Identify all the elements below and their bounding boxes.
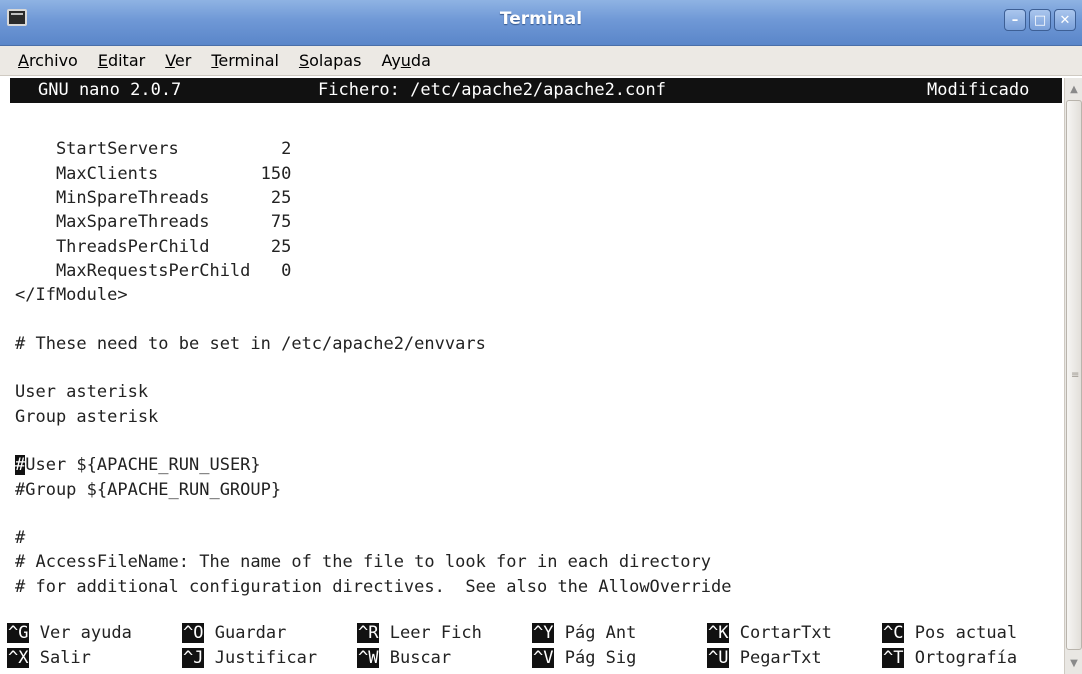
menu-editar-label: ditar — [107, 51, 146, 70]
editor-line[interactable]: </IfModule> — [15, 283, 128, 307]
nano-version: GNU nano 2.0.7 — [38, 80, 182, 100]
editor-line[interactable]: # for additional configuration directive… — [15, 575, 731, 599]
menubar: Archivo Editar Ver Terminal Solapas Ayud… — [0, 46, 1082, 76]
nano-modified-status: Modificado — [927, 80, 1030, 100]
editor-line[interactable]: User asterisk — [15, 380, 148, 404]
editor-line[interactable]: # — [15, 526, 25, 550]
editor-line[interactable]: ThreadsPerChild 25 — [15, 235, 291, 259]
menu-ver-label: er — [174, 51, 192, 70]
editor-line[interactable]: StartServers 2 — [15, 137, 291, 161]
window-title: Terminal — [499, 9, 583, 29]
shortcut-key: ^W — [357, 648, 380, 668]
shortcut-ctrl-x[interactable]: ^X Salir — [7, 646, 91, 670]
shortcut-ctrl-g[interactable]: ^G Ver ayuda — [7, 621, 132, 645]
editor-line[interactable]: #User ${APACHE_RUN_USER} — [15, 453, 261, 477]
nano-filename: Fichero: /etc/apache2/apache2.conf — [318, 80, 666, 100]
maximize-icon[interactable]: □ — [1029, 9, 1051, 31]
menu-terminal-label: erminal — [218, 51, 279, 70]
shortcut-label: CortarTxt — [729, 623, 832, 643]
shortcut-ctrl-j[interactable]: ^J Justificar — [182, 646, 317, 670]
shortcut-key: ^O — [182, 623, 205, 643]
editor-line-text: User ${APACHE_RUN_USER} — [25, 455, 261, 476]
shortcut-key: ^C — [882, 623, 905, 643]
shortcut-key: ^T — [882, 648, 905, 668]
editor-line[interactable]: MinSpareThreads 25 — [15, 186, 291, 210]
menu-ayuda-mnemonic: u — [400, 51, 411, 70]
shortcut-label: Pág Ant — [554, 623, 637, 643]
editor-line[interactable]: MaxSpareThreads 75 — [15, 210, 291, 234]
shortcut-label: Justificar — [204, 648, 318, 668]
close-icon[interactable]: ✕ — [1054, 9, 1076, 31]
shortcut-key: ^V — [532, 648, 555, 668]
shortcut-label: Leer Fich — [379, 623, 482, 643]
menu-archivo-label: rchivo — [28, 51, 78, 70]
menu-ver-mnemonic: V — [165, 51, 175, 70]
menu-archivo-mnemonic: A — [18, 51, 29, 70]
shortcut-key: ^G — [7, 623, 30, 643]
shortcut-label: Guardar — [204, 623, 287, 643]
menu-editar[interactable]: Editar — [98, 51, 145, 70]
shortcut-ctrl-c[interactable]: ^C Pos actual — [882, 621, 1017, 645]
minimize-icon[interactable]: – — [1004, 9, 1026, 31]
shortcut-ctrl-w[interactable]: ^W Buscar — [357, 646, 451, 670]
shortcut-ctrl-v[interactable]: ^V Pág Sig — [532, 646, 636, 670]
menu-editar-mnemonic: E — [97, 51, 108, 70]
shortcut-key: ^Y — [532, 623, 555, 643]
menu-ayuda-label-pre: Ay — [381, 51, 401, 70]
editor-line[interactable]: # AccessFileName: The name of the file t… — [15, 550, 711, 574]
scroll-up-icon[interactable]: ▲ — [1066, 80, 1082, 98]
scrollbar-grip-icon: ≡ — [1071, 370, 1080, 381]
window-titlebar[interactable]: Terminal – □ ✕ — [0, 0, 1082, 46]
shortcut-label: Ver ayuda — [29, 623, 132, 643]
shortcut-ctrl-u[interactable]: ^U PegarTxt — [707, 646, 822, 670]
menu-archivo[interactable]: Archivo — [18, 51, 78, 70]
shortcut-key: ^K — [707, 623, 730, 643]
menu-ayuda[interactable]: Ayuda — [381, 51, 430, 70]
shortcut-label: Pos actual — [904, 623, 1018, 643]
shortcut-key: ^R — [357, 623, 380, 643]
menu-terminal[interactable]: Terminal — [211, 51, 279, 70]
menu-solapas[interactable]: Solapas — [299, 51, 362, 70]
shortcut-key: ^X — [7, 648, 30, 668]
scrollbar-thumb[interactable]: ≡ — [1066, 100, 1082, 650]
shortcut-ctrl-t[interactable]: ^T Ortografía — [882, 646, 1017, 670]
shortcut-label: Salir — [29, 648, 91, 668]
menu-ver[interactable]: Ver — [165, 51, 191, 70]
shortcut-ctrl-o[interactable]: ^O Guardar — [182, 621, 286, 645]
text-cursor: # — [15, 455, 26, 476]
editor-line[interactable]: # These need to be set in /etc/apache2/e… — [15, 332, 486, 356]
shortcut-ctrl-y[interactable]: ^Y Pág Ant — [532, 621, 636, 645]
editor-line[interactable]: #Group ${APACHE_RUN_GROUP} — [15, 478, 281, 502]
editor-line[interactable]: MaxClients 150 — [15, 162, 291, 186]
editor-line[interactable]: Group asterisk — [15, 405, 158, 429]
menu-solapas-mnemonic: S — [298, 51, 310, 70]
scroll-down-icon[interactable]: ▼ — [1066, 654, 1082, 672]
shortcut-label: Buscar — [379, 648, 452, 668]
vertical-scrollbar[interactable]: ▲ ≡ ▼ — [1064, 78, 1082, 674]
shortcut-label: Ortografía — [904, 648, 1018, 668]
menu-solapas-label: olapas — [309, 51, 362, 70]
window-controls: – □ ✕ — [1004, 9, 1076, 31]
shortcut-label: Pág Sig — [554, 648, 637, 668]
editor-line[interactable]: MaxRequestsPerChild 0 — [15, 259, 291, 283]
terminal-area[interactable]: GNU nano 2.0.7 Fichero: /etc/apache2/apa… — [7, 78, 1062, 674]
shortcut-key: ^U — [707, 648, 730, 668]
nano-header-bar: GNU nano 2.0.7 Fichero: /etc/apache2/apa… — [10, 78, 1062, 103]
shortcut-key: ^J — [182, 648, 205, 668]
menu-ayuda-label-post: da — [410, 51, 431, 70]
shortcut-ctrl-r[interactable]: ^R Leer Fich — [357, 621, 482, 645]
shortcut-ctrl-k[interactable]: ^K CortarTxt — [707, 621, 832, 645]
shortcut-label: PegarTxt — [729, 648, 822, 668]
